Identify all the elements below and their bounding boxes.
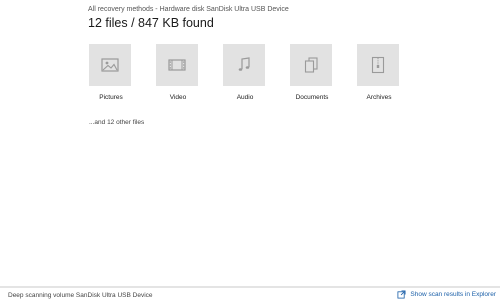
category-documents[interactable]: Documents xyxy=(290,44,334,104)
category-pictures[interactable]: Pictures xyxy=(89,44,133,104)
external-open-icon xyxy=(397,290,406,299)
category-video[interactable]: Video xyxy=(156,44,200,104)
category-label: Video xyxy=(169,94,187,101)
breadcrumb: All recovery methods - Hardware disk San… xyxy=(88,6,289,13)
music-note-icon xyxy=(238,57,250,71)
show-in-explorer-label: Show scan results in Explorer xyxy=(410,291,496,298)
film-icon xyxy=(168,59,186,71)
category-audio[interactable]: Audio xyxy=(223,44,267,104)
category-label: Pictures xyxy=(99,94,123,101)
category-label: Documents xyxy=(295,94,329,101)
scan-status: Deep scanning volume SanDisk Ultra USB D… xyxy=(8,292,153,299)
documents-tile[interactable] xyxy=(290,44,332,86)
other-files-link[interactable]: ...and 12 other files xyxy=(89,119,144,126)
scan-progress-bar xyxy=(0,286,500,288)
category-archives[interactable]: Archives xyxy=(357,44,401,104)
video-tile[interactable] xyxy=(156,44,198,86)
category-label: Audio xyxy=(236,94,254,101)
archives-tile[interactable] xyxy=(357,44,399,86)
pictures-tile[interactable] xyxy=(89,44,131,86)
scan-summary: 12 files / 847 KB found xyxy=(88,16,214,30)
documents-icon xyxy=(304,57,318,73)
picture-icon xyxy=(101,58,119,72)
category-label: Archives xyxy=(366,94,392,101)
archive-icon xyxy=(371,56,385,74)
show-in-explorer-link[interactable]: Show scan results in Explorer xyxy=(397,290,496,299)
audio-tile[interactable] xyxy=(223,44,265,86)
file-category-grid: Pictures Video Audio Documents Archives xyxy=(89,44,419,104)
